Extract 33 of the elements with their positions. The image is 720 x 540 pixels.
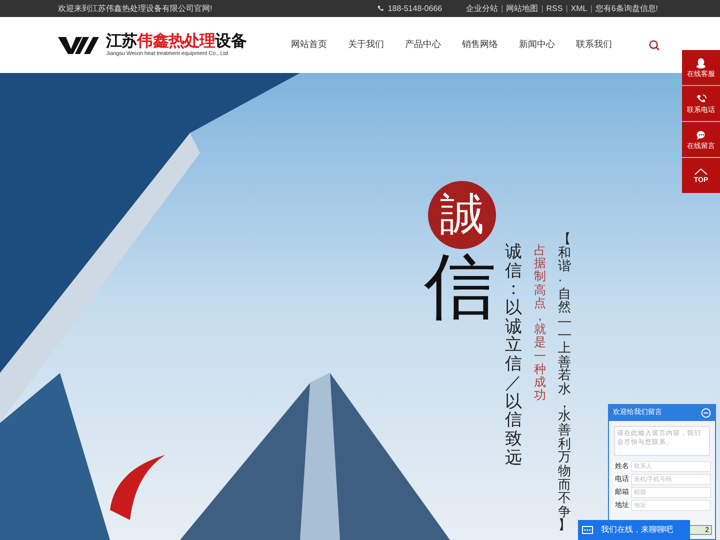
seal-character: 誠 <box>440 193 484 237</box>
chat-icon <box>582 526 593 534</box>
separator: | <box>501 2 504 14</box>
nav-link[interactable]: 销售网络 <box>462 38 498 52</box>
company-name-text: 设备 <box>215 32 246 50</box>
phone-icon <box>696 94 706 104</box>
company-name-text: 伟鑫热处理 <box>137 32 216 50</box>
search-icon[interactable] <box>649 40 660 50</box>
creed-text: 诚信：以诚立信／以信致远 <box>505 243 523 468</box>
top-link[interactable]: 网站地图 <box>506 2 538 14</box>
motto-text: 【和谐·自然——上善若水，水善利万物而不争】 <box>558 232 572 532</box>
chevron-up-icon <box>694 168 708 174</box>
top-link[interactable]: RSS <box>546 2 563 14</box>
separator: | <box>541 2 544 14</box>
nav-link[interactable]: 联系我们 <box>576 38 612 52</box>
company-name-text: 江苏 <box>106 32 138 50</box>
slogan-text: 占据制高点，就是一种成功 <box>534 244 547 402</box>
speech-bubble-icon <box>696 130 706 140</box>
chat-bar[interactable]: 我们在线，来聊聊吧 <box>578 520 690 540</box>
nav-link[interactable]: 网站首页 <box>291 38 327 52</box>
separator: | <box>566 2 568 14</box>
minimize-icon[interactable] <box>701 408 711 418</box>
phone-number: 188-5148-0666 <box>388 2 442 14</box>
nav-link[interactable]: 产品中心 <box>405 38 441 52</box>
welcome-text: 欢迎来到江苏伟鑫热处理设备有限公司官网! <box>58 2 212 14</box>
nav-link[interactable]: 新闻中心 <box>519 38 555 52</box>
phone-icon <box>376 5 384 12</box>
top-link[interactable]: XML <box>570 2 588 14</box>
top-link[interactable]: 企业分站 <box>466 2 498 14</box>
top-link[interactable]: 您有6条询盘信息! <box>595 2 658 14</box>
separator: | <box>590 2 592 14</box>
nav-link[interactable]: 关于我们 <box>348 38 384 52</box>
calligraphy-character: 信 <box>424 250 496 322</box>
